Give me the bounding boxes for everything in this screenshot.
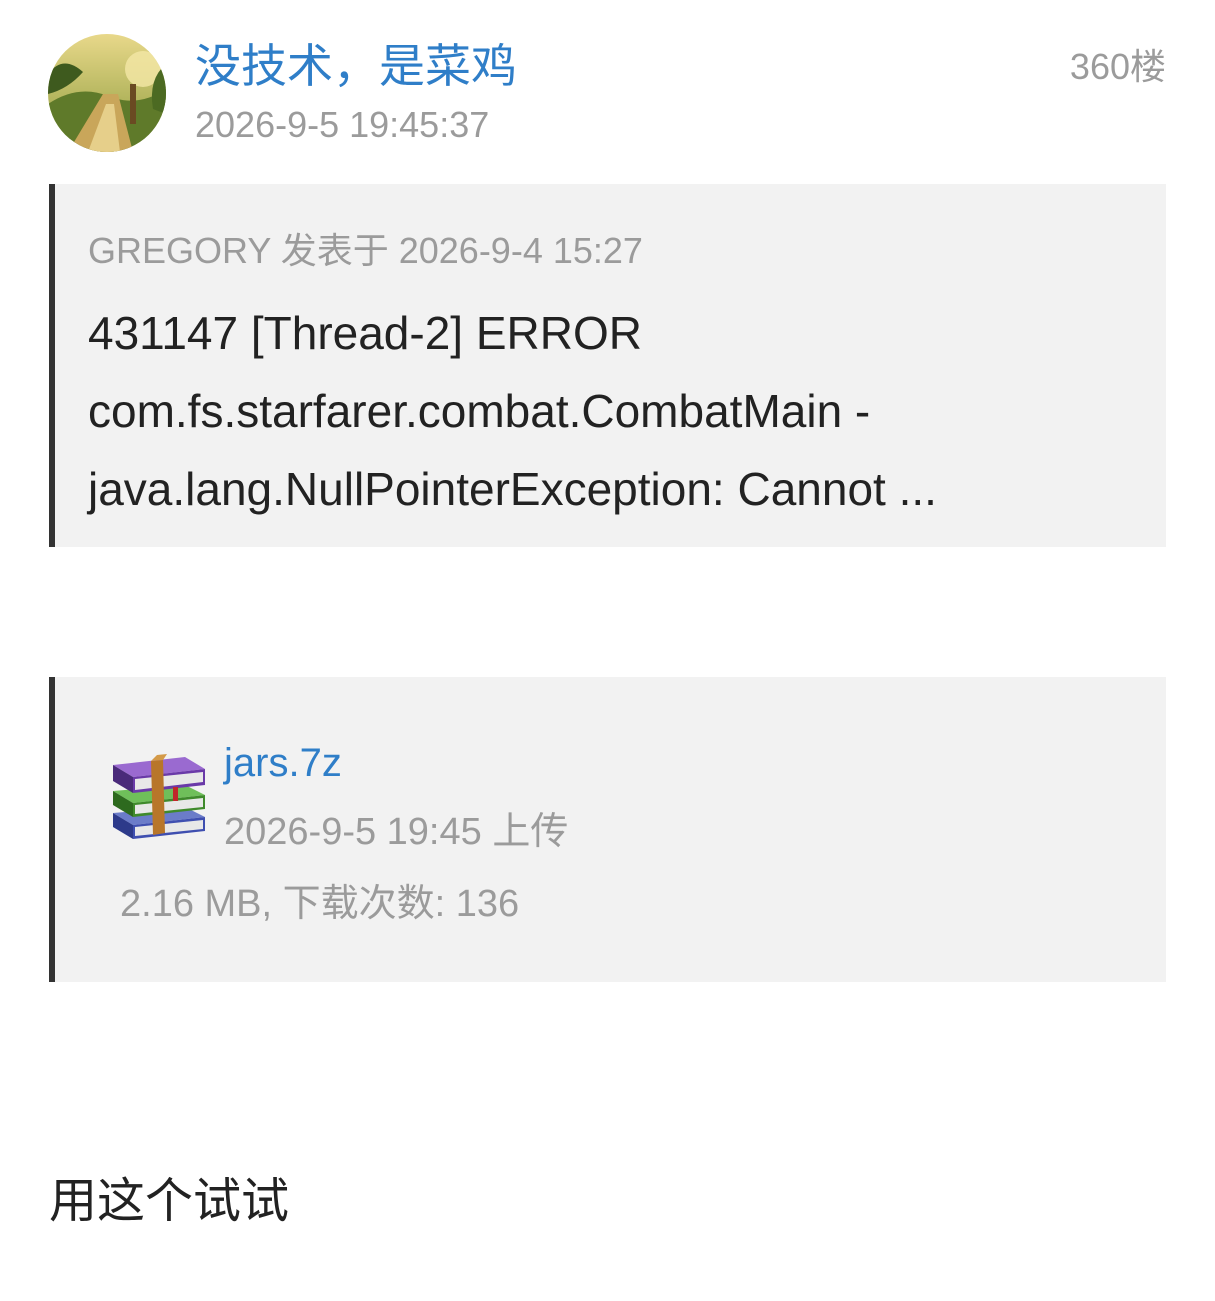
quote-line: 431147 [Thread-2] ERROR [88, 307, 642, 359]
post-author-name[interactable]: 没技术，是菜鸡 [195, 36, 517, 96]
attachment-upload-time: 2026-9-5 19:45 上传 [224, 811, 569, 853]
attachment-block: jars.7z 2026-9-5 19:45 上传 2.16 MB, 下载次数:… [49, 677, 1166, 982]
archive-icon[interactable] [107, 747, 211, 843]
user-avatar[interactable] [48, 34, 166, 152]
post-message: 用这个试试 [49, 1175, 290, 1228]
quote-block: GREGORY 发表于 2026-9-4 15:27 431147 [Threa… [49, 184, 1166, 547]
avatar-image [48, 34, 166, 152]
floor-number: 360楼 [1069, 46, 1166, 87]
attachment-file-link[interactable]: jars.7z [224, 737, 342, 789]
quote-text: 431147 [Thread-2] ERROR com.fs.starfarer… [88, 294, 1148, 528]
post-timestamp: 2026-9-5 19:45:37 [195, 104, 490, 145]
attachment-file-info: 2.16 MB, 下载次数: 136 [120, 883, 520, 925]
quote-meta: GREGORY 发表于 2026-9-4 15:27 [88, 230, 643, 271]
quote-line: com.fs.starfarer.combat.CombatMain - [88, 385, 871, 437]
quote-line: java.lang.NullPointerException: Cannot .… [88, 463, 937, 515]
